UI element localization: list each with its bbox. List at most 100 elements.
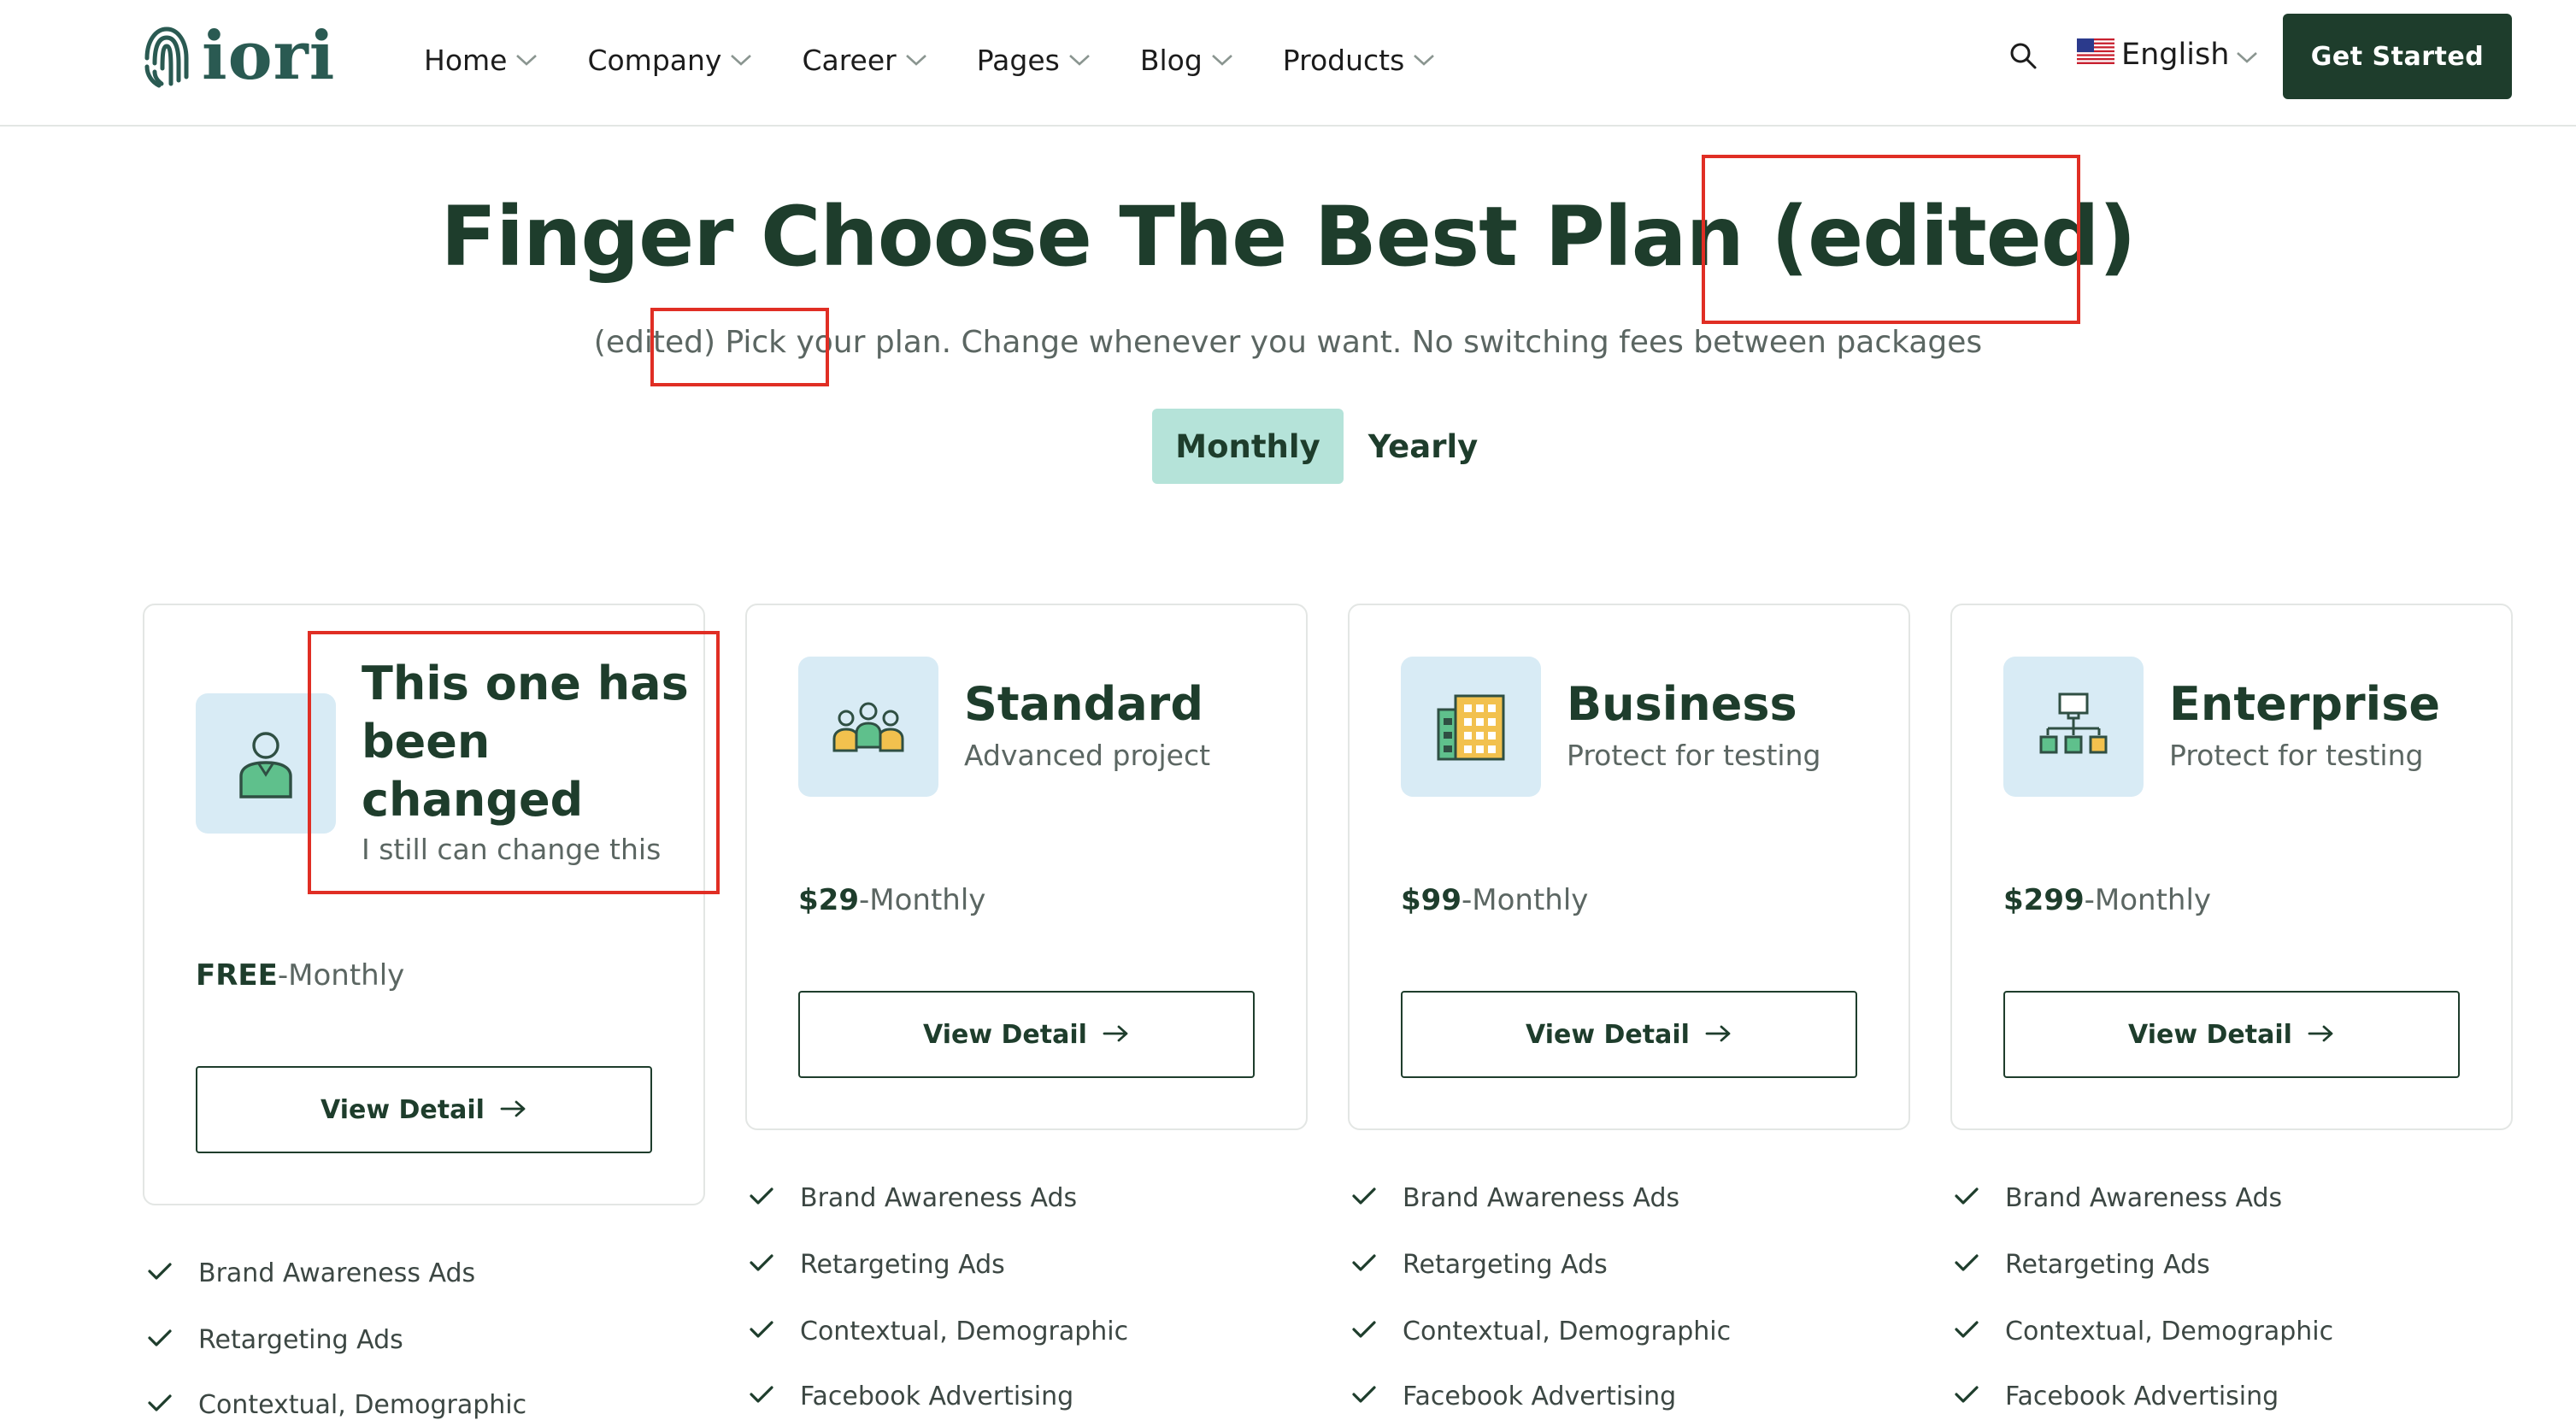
fingerprint-logo-icon	[140, 24, 193, 89]
feature-label: Retargeting Ads	[2005, 1250, 2210, 1280]
button-label: View Detail	[2128, 1019, 2292, 1050]
chevron-down-icon	[515, 53, 538, 67]
feature-label: Brand Awareness Ads	[198, 1258, 476, 1288]
feature-label: Retargeting Ads	[198, 1325, 403, 1355]
check-icon	[749, 1382, 774, 1411]
feature-item: Contextual, Demographic	[1351, 1317, 1731, 1346]
arrow-right-icon	[1705, 1020, 1732, 1050]
check-icon	[1351, 1382, 1377, 1411]
view-detail-button[interactable]: View Detail	[196, 1066, 652, 1153]
logo[interactable]: iori	[140, 22, 335, 91]
network-icon	[2003, 657, 2144, 797]
nav-label: Products	[1282, 43, 1405, 77]
check-icon	[1351, 1250, 1377, 1280]
plan-name: Enterprise	[2169, 677, 2440, 731]
plan-description: I still can change this	[362, 833, 662, 866]
feature-item: Contextual, Demographic	[749, 1317, 1128, 1346]
price-amount: $99	[1401, 883, 1461, 917]
feature-item: Brand Awareness Ads	[147, 1258, 475, 1288]
view-detail-button[interactable]: View Detail	[1401, 991, 1857, 1078]
plan-price: $299-Monthly	[2003, 883, 2211, 917]
nav-item-products[interactable]: Products	[1283, 44, 1436, 77]
plan-description: Advanced project	[964, 739, 1211, 772]
page-subtitle: (edited) Pick your plan. Change whenever…	[593, 325, 1983, 360]
logo-text: iori	[202, 17, 336, 95]
nav-label: Home	[424, 43, 508, 77]
feature-label: Contextual, Demographic	[198, 1390, 527, 1420]
feature-label: Contextual, Demographic	[2005, 1317, 2334, 1346]
chevron-down-icon	[1068, 53, 1091, 67]
check-icon	[147, 1258, 173, 1288]
nav-item-company[interactable]: Company	[587, 44, 752, 77]
feature-item: Facebook Advertising	[749, 1382, 1073, 1411]
feature-item: Facebook Advertising	[1954, 1382, 2279, 1411]
nav-item-blog[interactable]: Blog	[1140, 44, 1233, 77]
plan-description: Protect for testing	[1567, 739, 1821, 772]
building-icon	[1401, 657, 1541, 797]
arrow-right-icon	[1103, 1020, 1130, 1050]
check-icon	[749, 1317, 774, 1346]
feature-label: Facebook Advertising	[800, 1382, 1074, 1411]
team-icon	[798, 657, 938, 797]
button-label: View Detail	[321, 1094, 485, 1125]
price-period: -Monthly	[1461, 883, 1589, 917]
nav-item-home[interactable]: Home	[424, 44, 538, 77]
feature-item: Retargeting Ads	[749, 1250, 1005, 1280]
check-icon	[749, 1183, 774, 1213]
check-icon	[1351, 1183, 1377, 1213]
feature-label: Retargeting Ads	[1403, 1250, 1608, 1280]
check-icon	[749, 1250, 774, 1280]
view-detail-button[interactable]: View Detail	[798, 991, 1255, 1078]
nav-label: Company	[587, 43, 722, 77]
arrow-right-icon	[500, 1095, 527, 1125]
price-amount: $29	[798, 883, 859, 917]
feature-label: Contextual, Demographic	[800, 1317, 1129, 1346]
nav-item-pages[interactable]: Pages	[977, 44, 1091, 77]
check-icon	[1954, 1317, 1979, 1346]
nav-item-career[interactable]: Career	[802, 44, 926, 77]
check-icon	[147, 1390, 173, 1420]
nav-label: Pages	[976, 43, 1060, 77]
language-label: English	[2121, 38, 2230, 72]
plan-price: FREE-Monthly	[196, 958, 404, 993]
person-icon	[196, 693, 336, 834]
plan-name: Business	[1567, 677, 1797, 731]
price-period: -Monthly	[2084, 883, 2212, 917]
nav-label: Career	[802, 43, 897, 77]
plan-price: $99-Monthly	[1401, 883, 1588, 917]
feature-label: Facebook Advertising	[2005, 1382, 2279, 1411]
price-period: -Monthly	[858, 883, 986, 917]
chevron-down-icon	[730, 53, 752, 67]
get-started-button[interactable]: Get Started	[2283, 14, 2512, 99]
feature-label: Brand Awareness Ads	[1403, 1183, 1680, 1213]
feature-item: Retargeting Ads	[1954, 1250, 2210, 1280]
plan-description: Protect for testing	[2169, 739, 2424, 772]
toggle-monthly[interactable]: Monthly	[1152, 409, 1344, 484]
page-title: Finger Choose The Best Plan (edited)	[440, 189, 2137, 285]
check-icon	[1954, 1382, 1979, 1411]
feature-item: Brand Awareness Ads	[1351, 1183, 1679, 1213]
view-detail-button[interactable]: View Detail	[2003, 991, 2460, 1078]
button-label: View Detail	[1526, 1019, 1690, 1050]
chevron-down-icon	[905, 53, 927, 67]
site-header: iori Home Company Career Pages Blog Prod…	[0, 0, 2576, 127]
search-icon[interactable]	[2008, 41, 2038, 70]
feature-item: Brand Awareness Ads	[749, 1183, 1077, 1213]
feature-item: Facebook Advertising	[1351, 1382, 1676, 1411]
toggle-yearly[interactable]: Yearly	[1359, 409, 1487, 484]
check-icon	[1954, 1183, 1979, 1213]
check-icon	[1351, 1317, 1377, 1346]
us-flag-icon	[2077, 38, 2114, 72]
button-label: View Detail	[923, 1019, 1087, 1050]
price-period: -Monthly	[277, 958, 405, 993]
chevron-down-icon	[1211, 53, 1233, 67]
feature-label: Retargeting Ads	[800, 1250, 1005, 1280]
feature-label: Contextual, Demographic	[1403, 1317, 1732, 1346]
check-icon	[1954, 1250, 1979, 1280]
main-nav: Home Company Career Pages Blog Products	[424, 34, 1435, 85]
language-selector[interactable]: English	[2077, 31, 2258, 79]
arrow-right-icon	[2308, 1020, 2335, 1050]
plan-price: $29-Monthly	[798, 883, 985, 917]
feature-item: Retargeting Ads	[1351, 1250, 1608, 1280]
nav-label: Blog	[1139, 43, 1203, 77]
